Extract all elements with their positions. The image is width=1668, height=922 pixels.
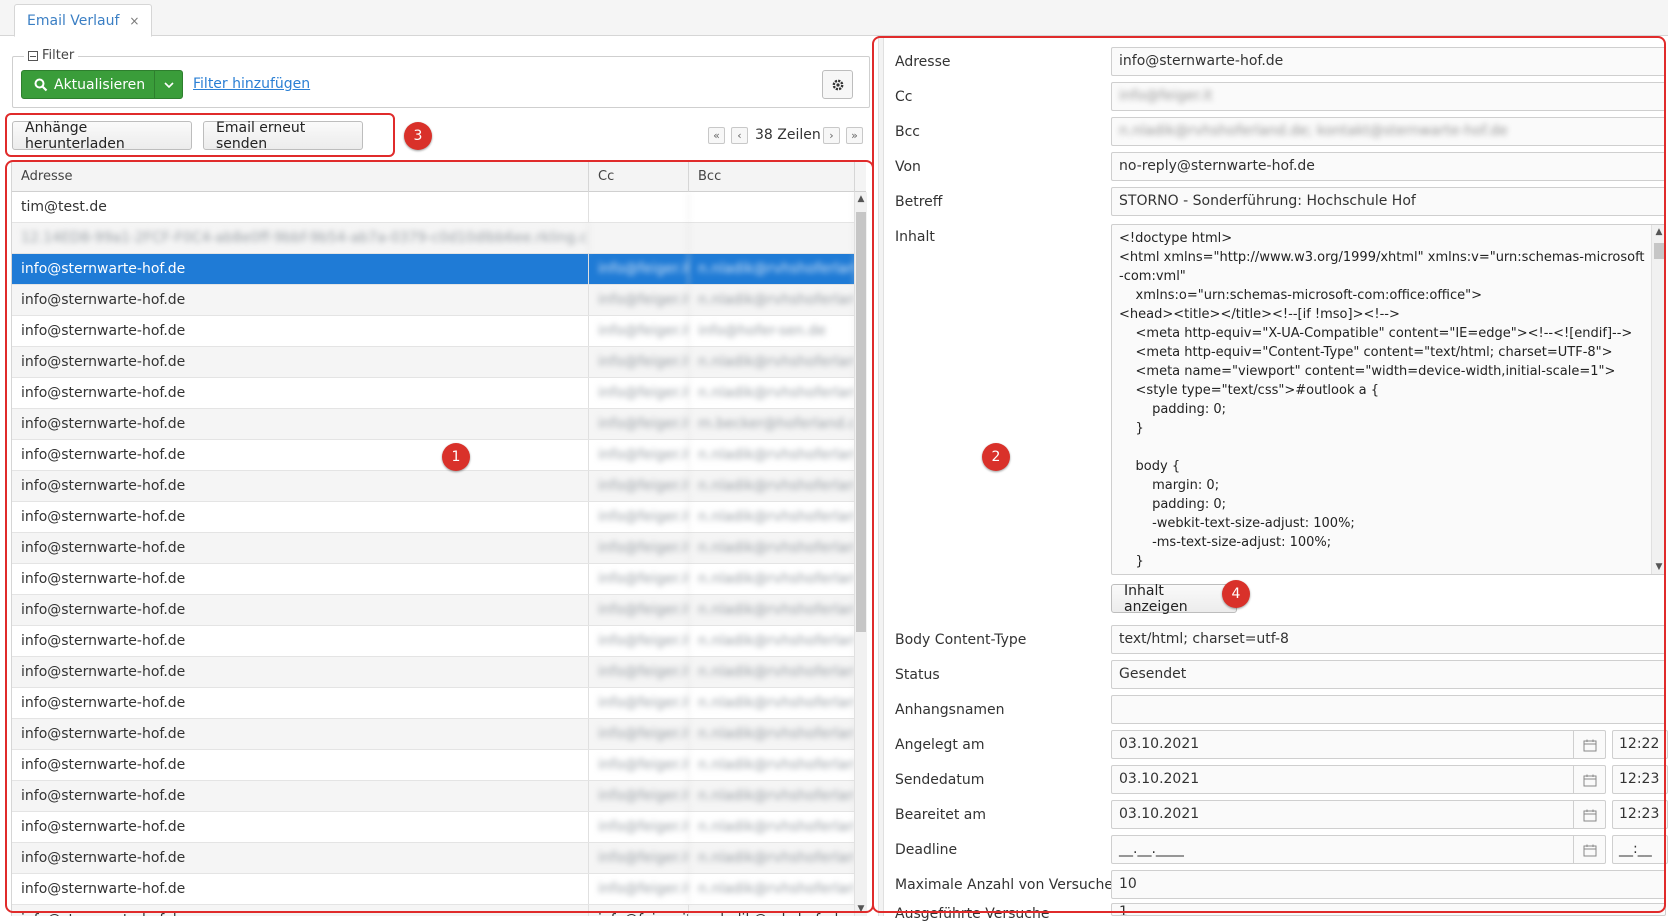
close-icon[interactable]: × — [129, 14, 139, 28]
filter-legend[interactable]: Filter — [24, 48, 79, 63]
annotation-box-3 — [5, 113, 395, 157]
last-page-icon[interactable]: » — [846, 127, 863, 144]
rows-count: 38 Zeilen — [755, 127, 821, 143]
collapse-icon[interactable] — [28, 50, 38, 61]
next-page-icon[interactable]: › — [823, 127, 840, 144]
annotation-badge-2: 2 — [982, 443, 1010, 471]
gear-icon — [832, 79, 843, 90]
first-page-icon[interactable]: « — [708, 127, 725, 144]
refresh-label: Aktualisieren — [54, 76, 146, 93]
search-icon — [34, 78, 48, 91]
previous-page-icon[interactable]: ‹ — [731, 127, 748, 144]
tab-label: Email Verlauf — [27, 12, 120, 29]
annotation-box-2 — [872, 36, 1666, 913]
refresh-button-main[interactable]: Aktualisieren — [22, 71, 154, 98]
filter-legend-label: Filter — [42, 48, 75, 63]
tab-email-verlauf[interactable]: Email Verlauf × — [14, 4, 153, 37]
chevron-down-icon — [163, 81, 174, 88]
settings-button[interactable] — [822, 70, 853, 99]
refresh-dropdown-button[interactable] — [154, 71, 182, 98]
annotation-badge-3: 3 — [404, 122, 432, 150]
annotation-badge-1: 1 — [442, 443, 470, 471]
add-filter-link[interactable]: Filter hinzufügen — [193, 76, 310, 92]
annotation-box-1 — [5, 160, 874, 913]
refresh-button[interactable]: Aktualisieren — [21, 70, 183, 99]
tab-bar — [0, 0, 1668, 36]
annotation-badge-4: 4 — [1222, 580, 1250, 608]
